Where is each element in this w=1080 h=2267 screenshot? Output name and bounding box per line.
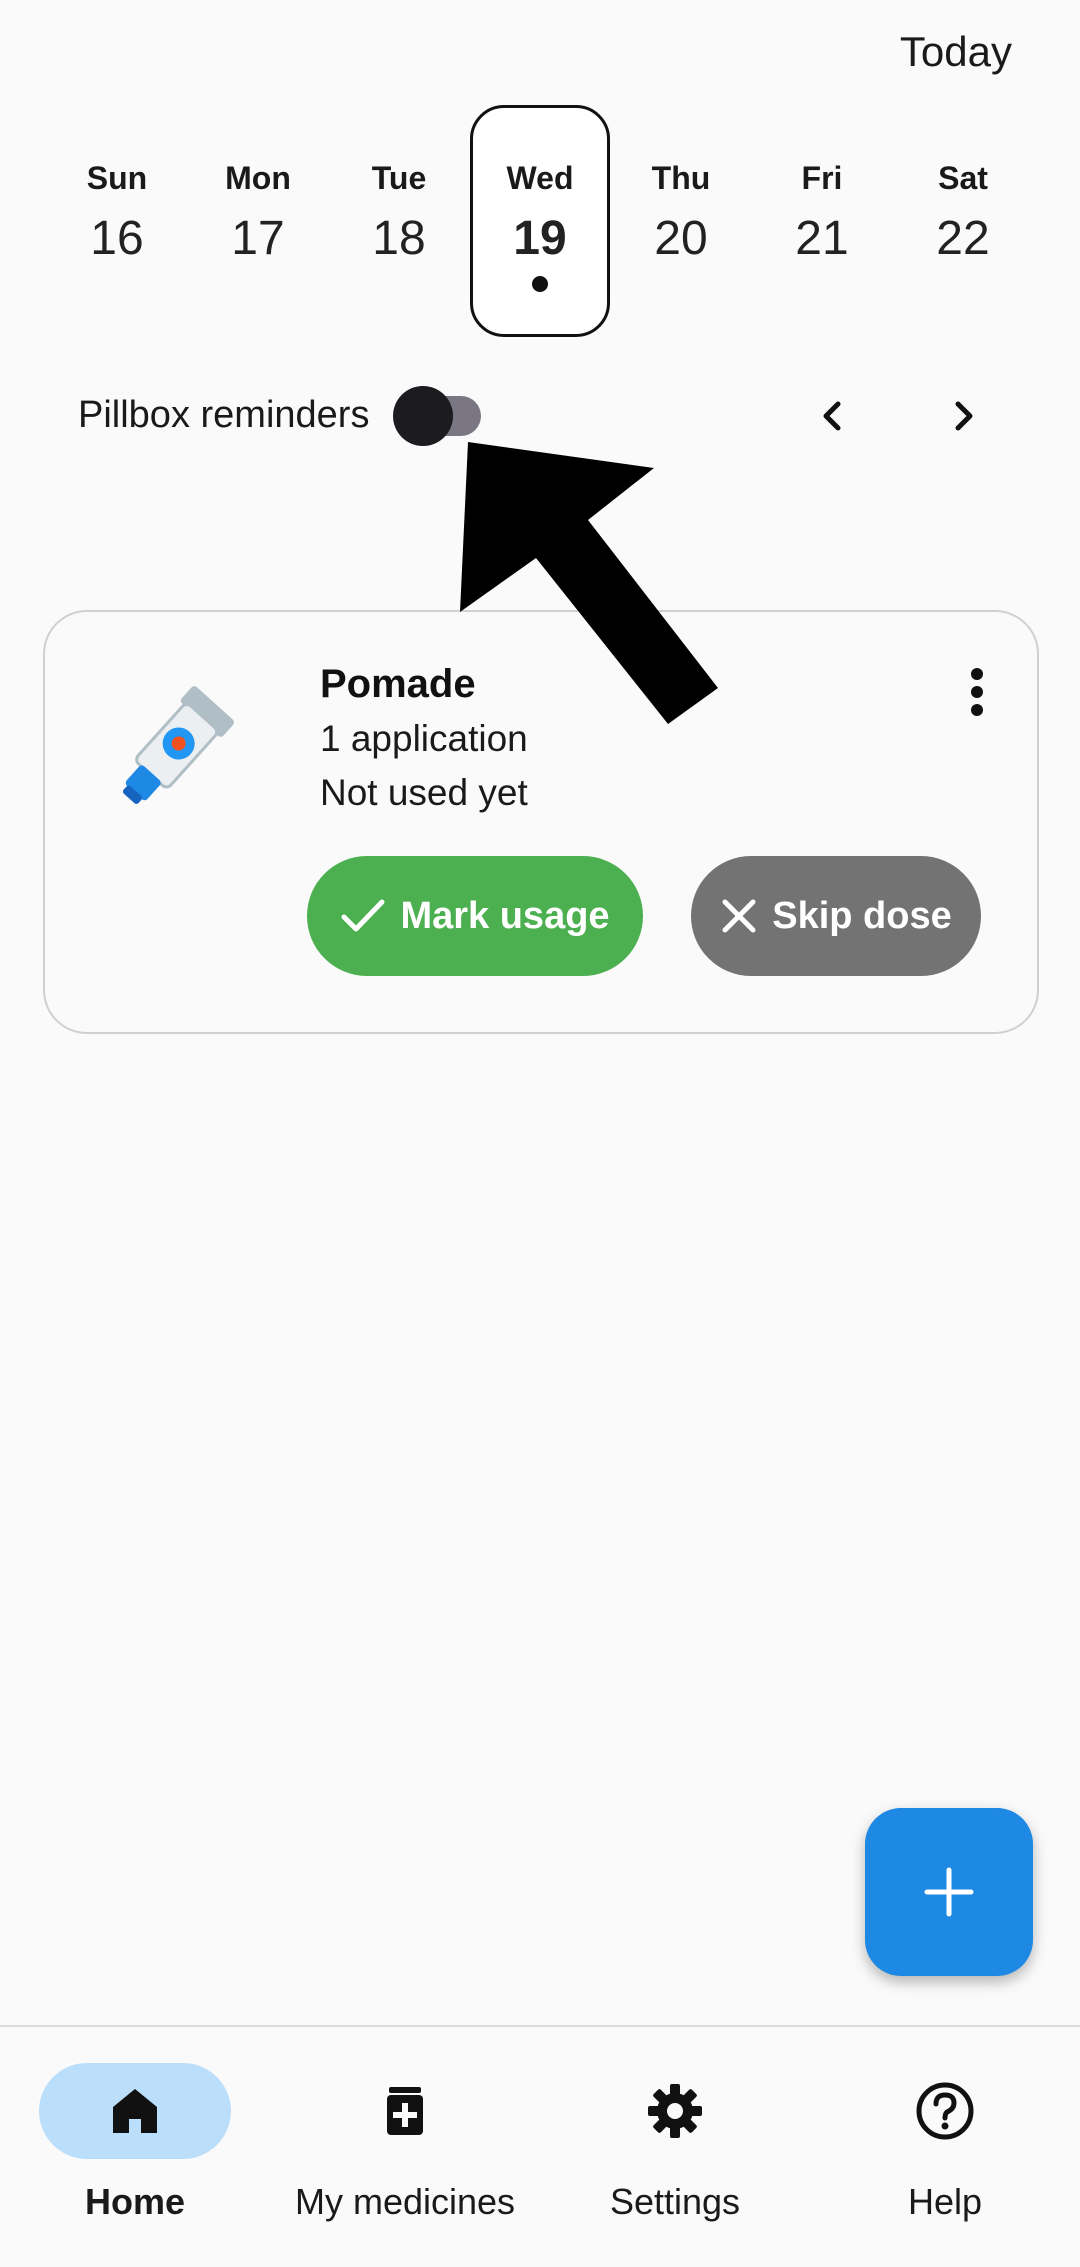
dose-indicator-dot: [532, 276, 548, 292]
day-date: 20: [654, 212, 708, 265]
nav-my-medicines-label: My medicines: [294, 2181, 516, 2222]
day-tue[interactable]: Tue 18: [329, 105, 469, 337]
nav-my-medicines-indicator: [309, 2063, 501, 2159]
pointer-arrow-icon: [460, 442, 718, 724]
today-button[interactable]: Today: [900, 24, 1012, 80]
mark-usage-label: Mark usage: [400, 894, 610, 937]
skip-dose-button[interactable]: Skip dose: [691, 856, 981, 976]
day-date: 21: [795, 212, 849, 265]
day-name: Mon: [225, 160, 291, 196]
day-date: 17: [231, 212, 285, 265]
medicine-status: Not used yet: [320, 772, 528, 813]
nav-home-label: Home: [84, 2181, 186, 2222]
day-name: Wed: [506, 160, 574, 196]
day-date: 22: [936, 212, 990, 265]
pillbox-reminders-label: Pillbox reminders: [78, 394, 370, 436]
day-date: 19: [513, 212, 567, 265]
home-screen: Today Sun 16 Mon 17 Tue 18 Wed 19 Thu 20…: [0, 0, 1080, 2267]
skip-dose-label: Skip dose: [772, 894, 952, 937]
day-wed-selected[interactable]: Wed 19: [470, 105, 610, 337]
add-medicine-button[interactable]: [865, 1808, 1033, 1976]
nav-help[interactable]: Help: [810, 2063, 1080, 2253]
next-week-button[interactable]: [934, 386, 994, 446]
day-name: Fri: [801, 160, 843, 196]
nav-help-label: Help: [907, 2181, 983, 2222]
nav-settings-indicator: [579, 2063, 771, 2159]
day-mon[interactable]: Mon 17: [188, 105, 328, 337]
ointment-tube-icon: [100, 662, 260, 822]
medicine-box-icon: [387, 2087, 423, 2135]
check-icon: [341, 899, 385, 932]
home-icon: [113, 2089, 157, 2133]
nav-help-indicator: [849, 2063, 1041, 2159]
day-sat[interactable]: Sat 22: [893, 105, 1033, 337]
day-date: 18: [372, 212, 426, 265]
week-strip: Sun 16 Mon 17 Tue 18 Wed 19 Thu 20 Fri 2…: [0, 105, 1080, 340]
chevron-right-icon: [955, 401, 973, 431]
day-name: Thu: [651, 160, 711, 196]
day-name: Tue: [371, 160, 427, 196]
day-thu[interactable]: Thu 20: [611, 105, 751, 337]
more-options-button[interactable]: [957, 662, 997, 722]
day-fri[interactable]: Fri 21: [752, 105, 892, 337]
chevron-left-icon: [823, 401, 841, 431]
day-name: Sun: [86, 160, 148, 196]
more-vert-icon: [971, 668, 983, 680]
nav-home[interactable]: Home: [0, 2063, 270, 2253]
day-sun[interactable]: Sun 16: [47, 105, 187, 337]
mark-usage-button[interactable]: Mark usage: [307, 856, 643, 976]
help-icon: [916, 2082, 974, 2140]
bottom-navigation: Home My medicines Settings Help: [0, 2025, 1080, 2267]
nav-my-medicines[interactable]: My medicines: [270, 2063, 540, 2253]
day-name: Sat: [938, 160, 988, 196]
nav-settings-label: Settings: [609, 2181, 741, 2222]
close-icon: [722, 899, 756, 933]
nav-settings[interactable]: Settings: [540, 2063, 810, 2253]
day-date: 16: [90, 212, 144, 265]
more-vert-icon: [971, 686, 983, 698]
nav-home-indicator: [39, 2063, 231, 2159]
gear-icon: [648, 2084, 702, 2138]
more-vert-icon: [971, 704, 983, 716]
plus-icon: [924, 1867, 974, 1917]
previous-week-button[interactable]: [802, 386, 862, 446]
